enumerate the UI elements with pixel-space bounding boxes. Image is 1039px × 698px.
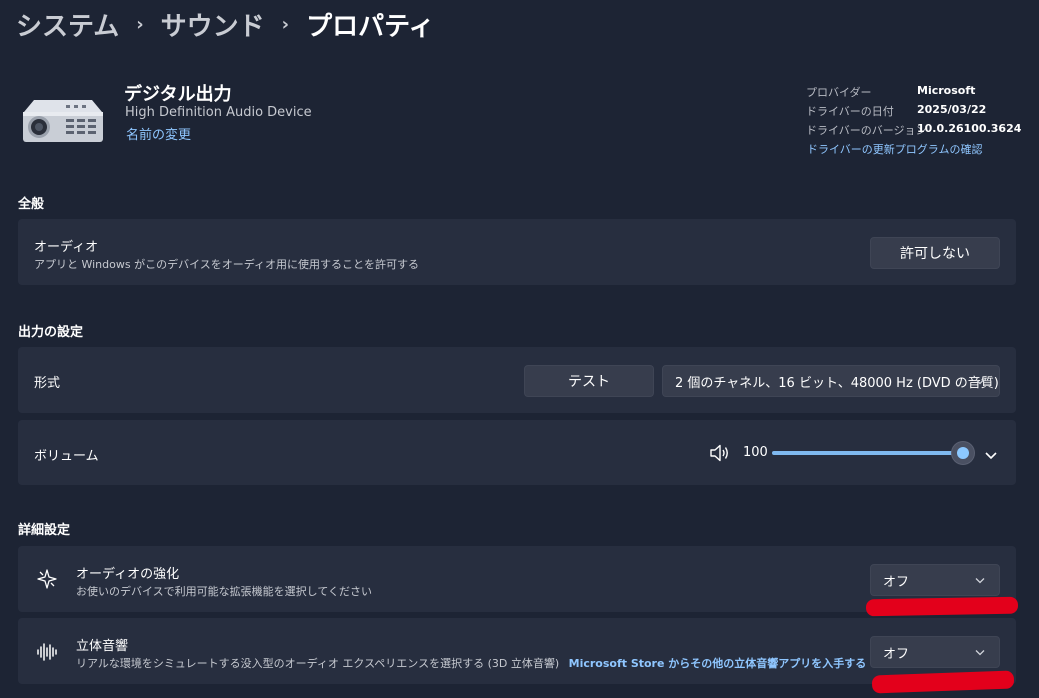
projector-icon — [22, 98, 104, 144]
volume-slider-track[interactable] — [772, 451, 963, 455]
driver-version-value: 10.0.26100.3624 — [917, 122, 1022, 135]
chevron-down-icon — [975, 573, 985, 588]
volume-label: ボリューム — [34, 449, 99, 464]
section-general-heading: 全般 — [18, 197, 45, 212]
format-dropdown[interactable]: 2 個のチャネル、16 ビット、48000 Hz (DVD の音質) — [662, 365, 1000, 397]
chevron-down-icon — [975, 645, 985, 660]
microsoft-store-link[interactable]: Microsoft Store からその他の立体音響アプリを入手する — [569, 657, 867, 670]
chevron-right-icon: › — [136, 13, 144, 35]
waveform-icon — [36, 642, 58, 666]
driver-update-link[interactable]: ドライバーの更新プログラムの確認 — [807, 141, 982, 157]
breadcrumb: システム › サウンド › プロパティ — [16, 4, 435, 44]
spatial-sound-dropdown-value: オフ — [883, 646, 910, 662]
audio-permission-card: オーディオ アプリと Windows がこのデバイスをオーディオ用に使用すること… — [18, 219, 1016, 285]
page-title: プロパティ — [306, 11, 435, 42]
chevron-right-icon: › — [281, 13, 290, 35]
format-card: 形式 テスト 2 個のチャネル、16 ビット、48000 Hz (DVD の音質… — [18, 347, 1016, 413]
spatial-sound-dropdown[interactable]: オフ — [870, 636, 1000, 668]
annotation-red-underline — [871, 670, 1015, 694]
section-advanced-heading: 詳細設定 — [18, 523, 71, 538]
format-dropdown-value: 2 個のチャネル、16 ビット、48000 Hz (DVD の音質) — [675, 375, 999, 391]
breadcrumb-sound[interactable]: サウンド — [161, 6, 265, 43]
volume-value: 100 — [743, 445, 768, 460]
driver-version-label: ドライバーのバージョン — [806, 124, 927, 137]
chevron-down-icon — [975, 374, 985, 389]
section-output-heading: 出力の設定 — [18, 325, 84, 340]
audio-title: オーディオ — [34, 240, 99, 255]
volume-expand-chevron-icon[interactable] — [984, 446, 998, 465]
speaker-icon[interactable] — [709, 443, 731, 467]
driver-date-label: ドライバーの日付 — [806, 105, 894, 118]
spatial-sound-description-row: リアルな環境をシミュレートする没入型のオーディオ エクスペリエンスを選択する (… — [76, 655, 866, 671]
spatial-sound-title: 立体音響 — [76, 639, 129, 654]
device-name: デジタル出力 — [124, 84, 232, 105]
provider-value: Microsoft — [917, 84, 976, 97]
rename-link[interactable]: 名前の変更 — [126, 124, 191, 143]
device-subtitle: High Definition Audio Device — [125, 105, 312, 120]
enhancement-title: オーディオの強化 — [76, 567, 180, 582]
audio-description: アプリと Windows がこのデバイスをオーディオ用に使用することを許可する — [34, 258, 419, 271]
enhancement-sparkle-icon — [36, 568, 58, 594]
disallow-button[interactable]: 許可しない — [870, 237, 1000, 269]
enhancement-description: お使いのデバイスで利用可能な拡張機能を選択してください — [76, 585, 373, 598]
driver-date-value: 2025/03/22 — [917, 103, 987, 116]
test-button[interactable]: テスト — [524, 365, 654, 397]
format-label: 形式 — [34, 376, 61, 391]
enhancement-dropdown-value: オフ — [883, 574, 910, 590]
spatial-sound-card: 立体音響 リアルな環境をシミュレートする没入型のオーディオ エクスペリエンスを選… — [18, 618, 1016, 684]
annotation-red-underline — [865, 596, 1019, 617]
volume-slider-thumb[interactable] — [952, 442, 974, 464]
provider-label: プロバイダー — [806, 86, 872, 99]
spatial-sound-description: リアルな環境をシミュレートする没入型のオーディオ エクスペリエンスを選択する (… — [76, 657, 560, 670]
breadcrumb-system[interactable]: システム — [16, 6, 119, 43]
enhancement-dropdown[interactable]: オフ — [870, 564, 1000, 596]
